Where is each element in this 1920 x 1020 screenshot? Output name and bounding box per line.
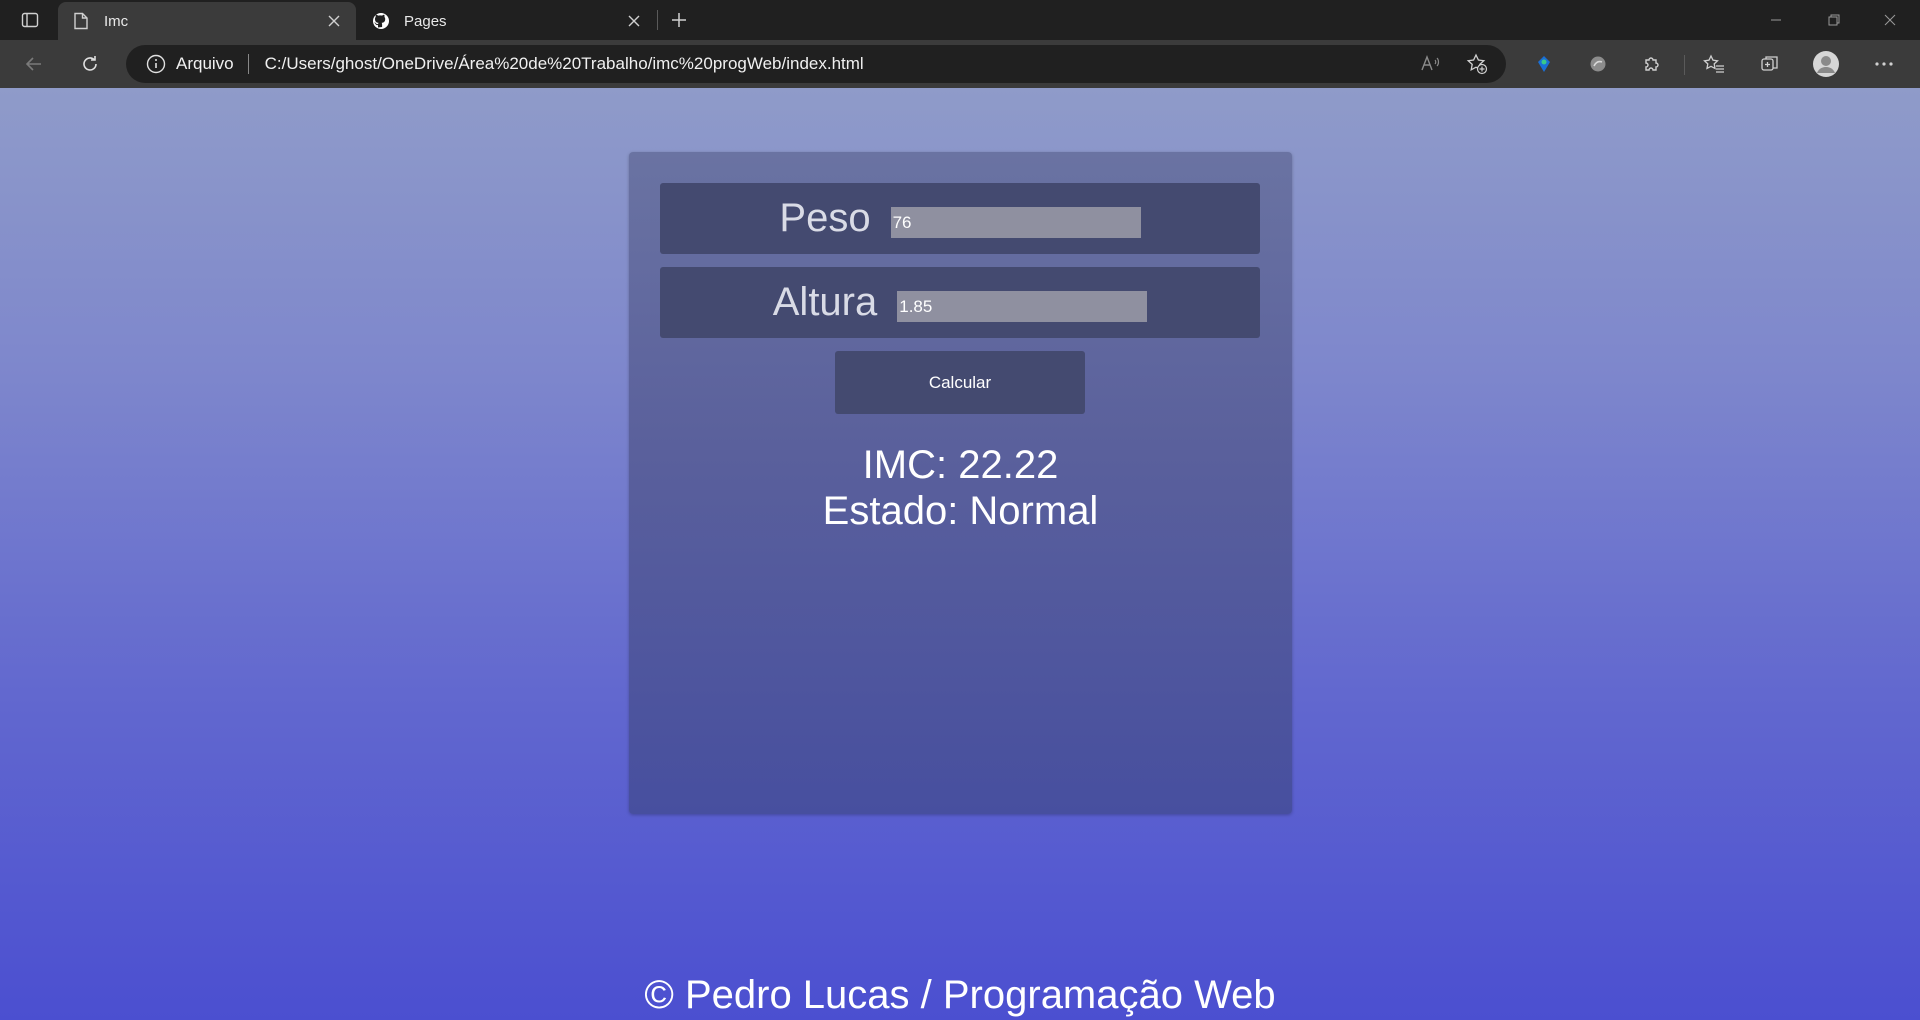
restore-button[interactable] bbox=[1806, 0, 1862, 40]
collections-button[interactable] bbox=[1752, 46, 1788, 82]
tab-title: Imc bbox=[104, 12, 129, 30]
close-icon bbox=[1884, 14, 1896, 26]
peso-input[interactable] bbox=[890, 207, 1141, 238]
url-text[interactable]: C:/Users/ghost/OneDrive/Área%20de%20Trab… bbox=[265, 54, 864, 74]
tab-imc[interactable]: Imc bbox=[58, 2, 356, 40]
altura-row: Altura bbox=[660, 267, 1260, 338]
close-tab-icon[interactable] bbox=[624, 11, 644, 31]
close-tab-icon[interactable] bbox=[324, 11, 344, 31]
peso-row: Peso bbox=[660, 183, 1260, 254]
arrow-left-icon bbox=[25, 57, 41, 71]
address-actions bbox=[1408, 47, 1500, 81]
imc-card: Peso Altura Calcular IMC: 22.22 Estado: … bbox=[629, 152, 1292, 814]
essentials-icon bbox=[1590, 56, 1606, 72]
address-divider bbox=[247, 54, 249, 74]
tab-pages[interactable]: Pages bbox=[358, 2, 656, 40]
new-tab-button[interactable] bbox=[664, 6, 694, 34]
tab-strip: Imc Pages bbox=[0, 0, 1920, 40]
avatar-icon bbox=[1813, 51, 1839, 77]
altura-label: Altura bbox=[772, 280, 878, 324]
peso-label: Peso bbox=[779, 196, 871, 240]
tab-divider bbox=[657, 10, 658, 30]
estado-result: Estado: Normal bbox=[822, 489, 1099, 533]
calcular-button[interactable]: Calcular bbox=[835, 351, 1085, 414]
github-icon bbox=[372, 12, 390, 30]
back-button[interactable] bbox=[16, 46, 52, 82]
extension-button[interactable] bbox=[1526, 46, 1562, 82]
extensions-button[interactable] bbox=[1634, 46, 1670, 82]
puzzle-icon bbox=[1645, 57, 1659, 71]
browser-essentials-button[interactable] bbox=[1580, 46, 1616, 82]
plus-icon bbox=[672, 13, 686, 27]
restore-icon bbox=[1828, 14, 1840, 26]
refresh-icon bbox=[83, 56, 97, 71]
browser-toolbar: Arquivo C:/Users/ghost/OneDrive/Área%20d… bbox=[0, 40, 1920, 88]
toolbar-divider bbox=[1684, 55, 1685, 75]
imc-result: IMC: 22.22 bbox=[862, 443, 1059, 487]
address-bar[interactable]: Arquivo C:/Users/ghost/OneDrive/Área%20d… bbox=[126, 45, 1506, 83]
tab-actions-icon bbox=[21, 12, 39, 28]
minimize-button[interactable] bbox=[1748, 0, 1804, 40]
add-favorite-icon[interactable] bbox=[1454, 47, 1500, 81]
page-icon bbox=[72, 12, 90, 30]
minimize-icon bbox=[1771, 19, 1781, 21]
site-label: Arquivo bbox=[176, 54, 234, 73]
settings-menu-button[interactable] bbox=[1866, 46, 1902, 82]
read-aloud-icon[interactable] bbox=[1408, 47, 1454, 81]
page-footer: © Pedro Lucas / Programação Web bbox=[644, 973, 1276, 1017]
profile-button[interactable] bbox=[1808, 46, 1844, 82]
more-icon bbox=[1875, 62, 1893, 66]
tab-actions-button[interactable] bbox=[10, 6, 50, 34]
refresh-button[interactable] bbox=[72, 46, 108, 82]
close-window-button[interactable] bbox=[1862, 0, 1918, 40]
extension-colored-icon bbox=[1538, 56, 1550, 72]
favorites-button[interactable] bbox=[1696, 46, 1732, 82]
result-block: IMC: 22.22 Estado: Normal bbox=[629, 442, 1292, 534]
collections-icon bbox=[1761, 56, 1778, 71]
page-viewport: Peso Altura Calcular IMC: 22.22 Estado: … bbox=[0, 88, 1920, 1020]
tab-title: Pages bbox=[404, 12, 447, 30]
altura-input[interactable] bbox=[897, 291, 1148, 322]
info-icon[interactable] bbox=[146, 54, 166, 74]
favorites-icon bbox=[1703, 54, 1724, 73]
